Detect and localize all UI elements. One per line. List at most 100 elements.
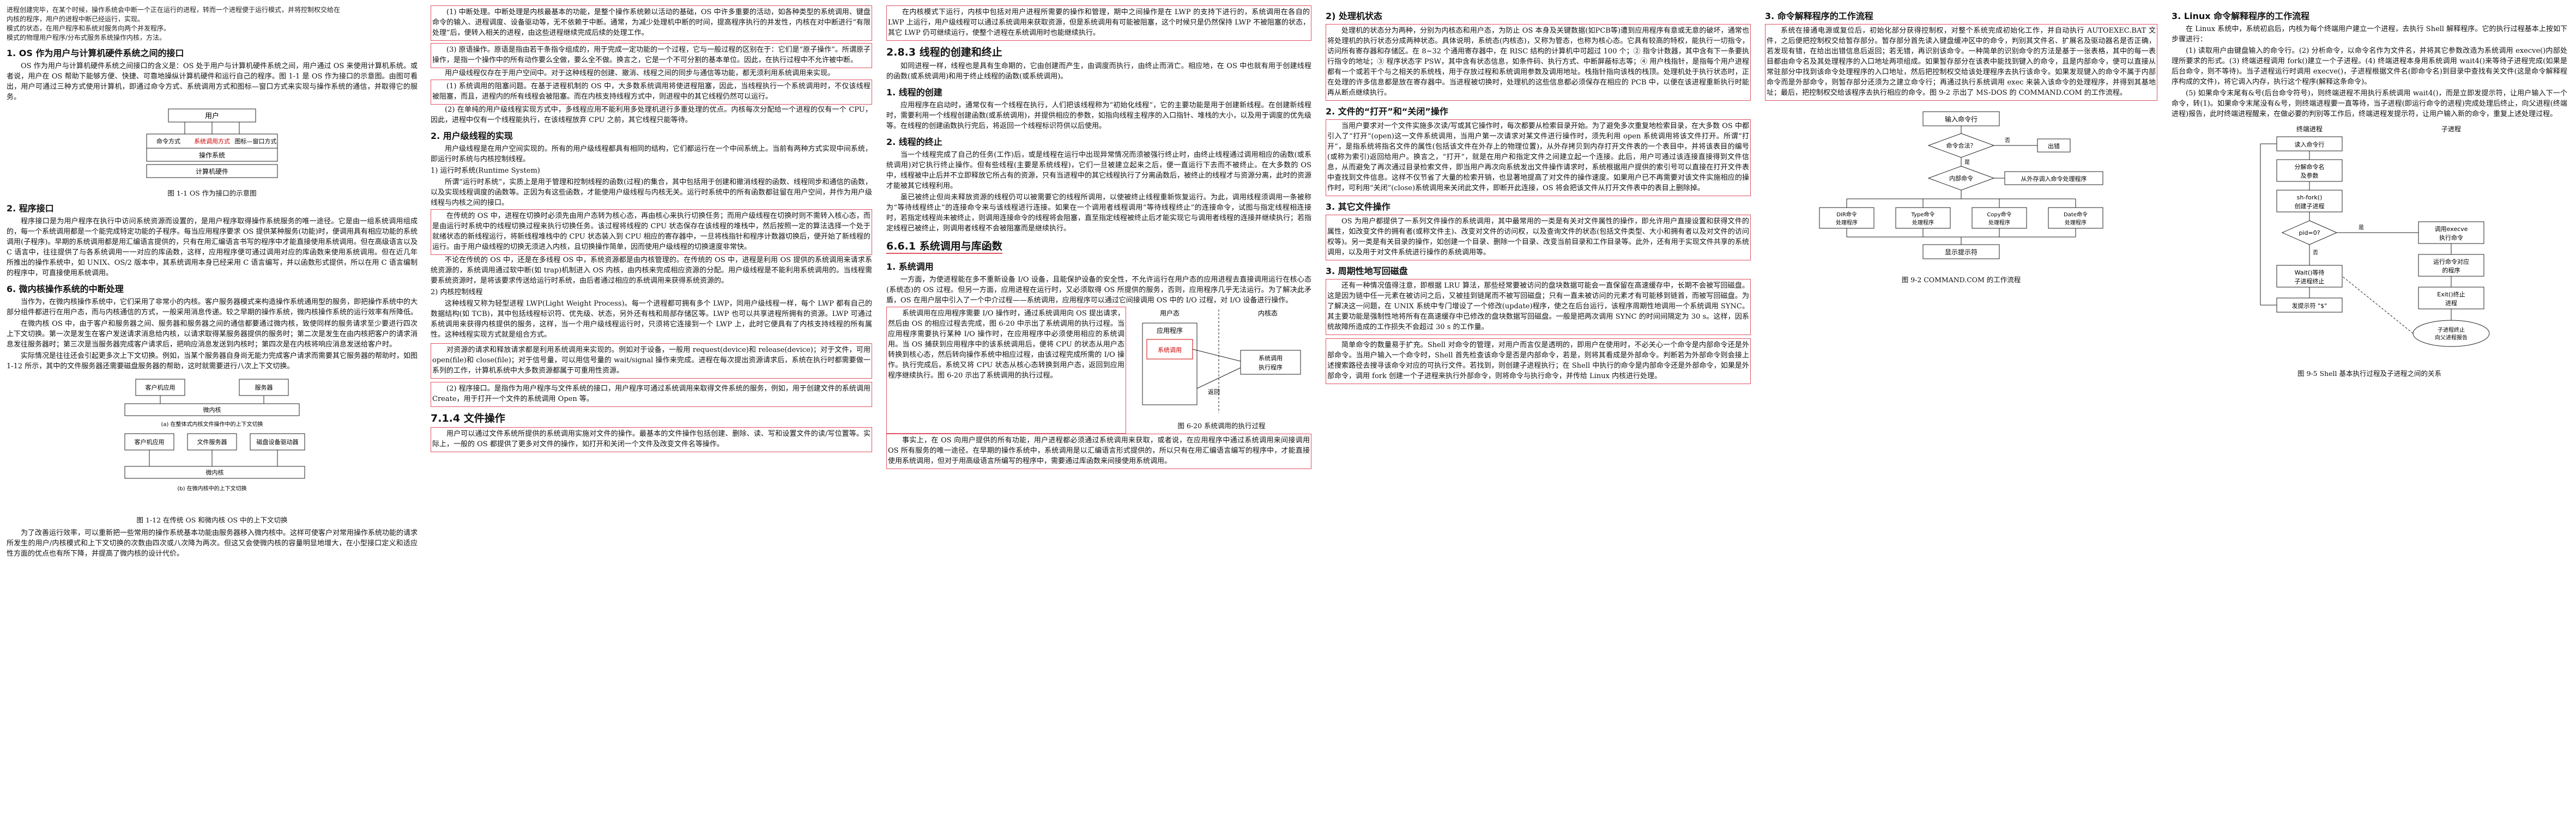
flow-node-label: 执行命令 (2439, 234, 2463, 241)
text-line: 模式的物理用户程序/分布式服务系统操作内核，方法。 (7, 34, 166, 41)
highlight-block: 简单命令的数量易于扩充。Shell 对命令的管理，对用户而言仅是透明的，即用户在… (1326, 338, 1751, 384)
flow-node-label: 发提示符 "$" (2292, 302, 2327, 309)
flow-node-label: 处理程序 (2065, 219, 2087, 226)
flow-node-label: 进程 (2445, 300, 2457, 307)
diagram-label: 磁盘设备驱动器 (257, 438, 299, 446)
highlight-block: 在传统的 OS 中，进程在切换时必须先由用户态转为核心态，再由核心来执行切换任务… (431, 209, 872, 255)
flow-node-label: 读入命令行 (2295, 141, 2325, 148)
highlight-block: (3) 原语操作。原语是指由若干条指令组成的，用于完成一定功能的一个过程，它与一… (431, 43, 872, 68)
section-heading: 1. OS 作为用户与计算机硬件系统之间的接口 (7, 48, 184, 58)
highlight-block: 用户可以通过文件系统所提供的系统调用实施对文件的操作。最基本的文件操作包括创建、… (431, 427, 872, 452)
subsection-heading: 1) 运行时系统(Runtime System) (431, 167, 540, 175)
text-line: 模式的状态，在用户程序和系统对服务向两个并发程序。 (7, 25, 171, 32)
paragraph: (1) 系统调用的阻塞问题。在基于进程机制的 OS 中，大多数系统调用将使进程阻… (432, 82, 870, 101)
highlight-block: 系统在接通电源或复位后，初始化部分获得控制权，对整个系统完成初始化工作，并自动执… (1765, 24, 2157, 101)
highlight-block: 还有一种情况值得注意，即根据 LRU 算法，那些经常要被访问的盘块数据可能会一直… (1326, 279, 1751, 335)
flow-node-label: Exit()终止 (2437, 290, 2465, 298)
diagram-label: 微内核 (206, 469, 224, 476)
highlight-block: 对资源的请求和释放请求都是利用系统调用来实现的。例如对于设备，一般用 reque… (431, 343, 872, 379)
diagram-label: 操作系统 (199, 151, 225, 159)
section-heading: 1. 系统调用 (886, 262, 934, 272)
page-5: 3. 命令解释程序的工作流程 系统在接通电源或复位后，初始化部分获得控制权，对整… (1759, 2, 2163, 835)
paragraph: 事实上，在 OS 向用户提供的所有功能，用户进程都必须通过系统调用来获取，或者说… (888, 436, 1310, 465)
text-line: 内核的程序，用户的进程中断已经运行，实现。 (7, 15, 144, 23)
diagram-label: 微内核 (203, 406, 221, 414)
section-heading: 2. 线程的终止 (886, 137, 942, 147)
diagram-label: 客户机应用 (135, 438, 165, 446)
flow-node-label: 终端进程 (2296, 125, 2323, 133)
section-heading: 3. 命令解释程序的工作流程 (1765, 11, 1873, 21)
section-heading: 7.1.4 文件操作 (431, 412, 505, 424)
paragraph: 为了改善运行效率，可以重新把一些常用的操作系统基本功能由服务器移入微内核中。这样… (7, 529, 418, 558)
figure-caption: 图 1-1 OS 作为接口的示意图 (167, 189, 257, 197)
flow-node-label: 的程序 (2442, 266, 2460, 274)
highlight-block: (1) 系统调用的阻塞问题。在基于进程机制的 OS 中，大多数系统调用将使进程阻… (431, 80, 872, 105)
diagram-label: 用户态 (1160, 309, 1180, 317)
flow-node-label: 命令合法？ (1946, 142, 1976, 149)
page-4: 2) 处理机状态 处理机的状态分为两种，分别为内核态和用户态，为防止 OS 本身… (1320, 2, 1756, 835)
paragraph: 一方面，为使进程能在多不重新设备 I/O 设备，且能保护设备的安全性，不允许运行… (886, 276, 1311, 305)
highlight-block: 当用户要求对一个文件实施多次读/写或其它操作时，每次都要从检索目录开始。为了避免… (1326, 119, 1751, 196)
page-2: (1) 中断处理。中断处理是内核最基本的功能，是整个操作系统赖以活动的基础，OS… (425, 2, 878, 835)
paragraph: (1) 读取用户由键盘输入的命令行。(2) 分析命令，以命令名作为文件名，并将其… (2172, 47, 2567, 86)
diagram-label: 命令方式 (156, 137, 180, 145)
paragraph: 实际情况是往往还会引起更多次上下文切换。例如，当某个服务器自身尚无能力完成客户请… (7, 352, 418, 370)
paragraph: 还有一种情况值得注意，即根据 LRU 算法，那些经常要被访问的盘块数据可能会一直… (1327, 282, 1749, 331)
os-interface-diagram: 用户 命令方式 系统调用方式 图标—窗口方式 操作系统 计算机硬件 (146, 108, 278, 178)
flow-node-label: 出错 (2048, 142, 2060, 150)
paragraph: 在内核模式下运行，内核中包括对用户进程所需要的操作和管理，期中之间操作是在 LW… (888, 8, 1310, 37)
figure-caption: 图 9-2 COMMAND.COM 的工作流程 (1901, 276, 2021, 284)
paragraph: 在传统的 OS 中，进程在切换时必须先由用户态转为核心态，再由核心来执行切换任务… (432, 212, 870, 251)
flow-node-label: Date命令 (2064, 211, 2088, 218)
flow-node-label: 调用execve (2435, 226, 2468, 233)
figure-row: 系统调用在应用程序需要 I/O 操作时，通过系统调用向 OS 提出请求，然后由 … (886, 307, 1311, 434)
paragraph: 用户级线程仅存在于用户空间中。对于这种线程的创建、撤消、线程之间的同步与通信等功… (445, 69, 835, 77)
flow-edge-label: 是 (1964, 159, 1970, 166)
flow-node-label: sh-fork() (2297, 194, 2323, 201)
flow-node-label: 输入命令行 (1945, 115, 1978, 123)
section-heading: 2) 处理机状态 (1326, 11, 1383, 21)
flow-node-label: Wait()等待 (2295, 269, 2325, 276)
page-1: 进程创建完毕，在某个时候，操作系统会中断一个正在运行的进程，转而一个进程便于运行… (2, 2, 422, 835)
syscall-diagram: 用户态 内核态 应用程序 系统调用 系统调用 执行程序 返回 (1142, 309, 1301, 413)
paragraph: (2) 在单纯的用户级线程实现方式中，多线程应用不能利用多处理机进行多重处理的优… (431, 106, 872, 124)
paragraph: 所谓“运行时系统”，实质上是用于管理和控制线程的函数(过程)的集合，其中包括用于… (431, 178, 872, 207)
paragraph: 用户级线程是在用户空间实现的。所有的用户级线程都具有相同的结构，它们都运行在一个… (431, 145, 872, 163)
highlight-block: 在内核模式下运行，内核中包括对用户进程所需要的操作和管理，期中之间操作是在 LW… (886, 5, 1311, 41)
flow-node-label: DIR命令 (1836, 211, 1857, 218)
highlight-block: 事实上，在 OS 向用户提供的所有功能，用户进程都必须通过系统调用来获取，或者说… (886, 434, 1311, 469)
figure-os-interface: 用户 命令方式 系统调用方式 图标—窗口方式 操作系统 计算机硬件 (98, 106, 326, 184)
flow-node-label: Copy命令 (1987, 211, 2011, 218)
paragraph: 不论在传统的 OS 中，还是在多线程 OS 中，系统资源都是由内核管理的。在传统… (431, 256, 872, 285)
page-1-top-lines: 进程创建完毕，在某个时候，操作系统会中断一个正在运行的进程，转而一个进程便于运行… (7, 5, 418, 42)
section-heading: 3. Linux 命令解释程序的工作流程 (2172, 11, 2310, 21)
diagram-caption: (a) 在整体式内核文件操作中的上下文切换 (161, 421, 263, 428)
paragraph: 简单命令的数量易于扩充。Shell 对命令的管理，对用户而言仅是透明的，即用户在… (1327, 341, 1749, 380)
highlight-block: (1) 中断处理。中断处理是内核最基本的功能，是整个操作系统赖以活动的基础，OS… (431, 5, 872, 41)
section-heading: 6. 微内核操作系统的中断处理 (7, 284, 124, 294)
diagram-label: 系统调用方式 (194, 137, 230, 145)
flow-node-label: 从外存调入命令处理程序 (2021, 175, 2087, 183)
diagram-label: 系统调用 (1158, 346, 1182, 354)
figure-syscall: 用户态 内核态 应用程序 系统调用 系统调用 执行程序 返回 图 6-20 系统… (1132, 307, 1311, 434)
diagram-label: 系统调用 (1259, 355, 1283, 362)
highlight-block: 系统调用在应用程序需要 I/O 操作时，通过系统调用向 OS 提出请求，然后由 … (886, 307, 1126, 434)
subsection-heading: 2) 内核控制线程 (431, 288, 483, 296)
paragraph: 程序接口是为用户程序在执行中访问系统资源而设置的，是用户程序取得操作系统服务的唯… (7, 217, 418, 277)
page-6: 3. Linux 命令解释程序的工作流程 在 Linux 系统中，系统初启后，内… (2166, 2, 2573, 835)
paragraph: (3) 原语操作。原语是指由若干条指令组成的，用于完成一定功能的一个过程，它与一… (432, 46, 870, 64)
highlight-block: OS 为用户都提供了一系列文件操作的系统调用，其中最常用的一类是有关对文件属性的… (1326, 215, 1751, 260)
paragraph: (1) 中断处理。中断处理是内核最基本的功能，是整个操作系统赖以活动的基础，OS… (432, 8, 870, 37)
section-heading: 6.6.1 系统调用与库函数 (886, 238, 1002, 254)
paragraph: (2) 程序接口。是指作为用户程序与文件系统的接口，用户程序可通过系统调用来取得… (432, 385, 870, 403)
highlight-block: (2) 程序接口。是指作为用户程序与文件系统的接口，用户程序可通过系统调用来取得… (431, 382, 872, 407)
page-3: 在内核模式下运行，内核中包括对用户进程所需要的操作和管理，期中之间操作是在 LW… (881, 2, 1317, 835)
flow-node-label: Type命令 (1911, 211, 1935, 218)
flow-node-label: 创建子进程 (2295, 202, 2325, 210)
flow-node-label: 及参数 (2301, 172, 2319, 179)
diagram-label: 文件服务器 (197, 438, 227, 446)
section-heading: 2. 文件的“打开”和“关闭”操作 (1326, 106, 1448, 117)
highlight-block: 处理机的状态分为两种，分别为内核态和用户态，为防止 OS 本身及关键数据(如PC… (1326, 24, 1751, 101)
flow-node-label: pid=0? (2299, 229, 2320, 236)
figure-command-flow: 输入命令行 命令合法？ 出错 否 是 内部命令 从外存调入命令处理程序 DIR命… (1809, 106, 2114, 272)
